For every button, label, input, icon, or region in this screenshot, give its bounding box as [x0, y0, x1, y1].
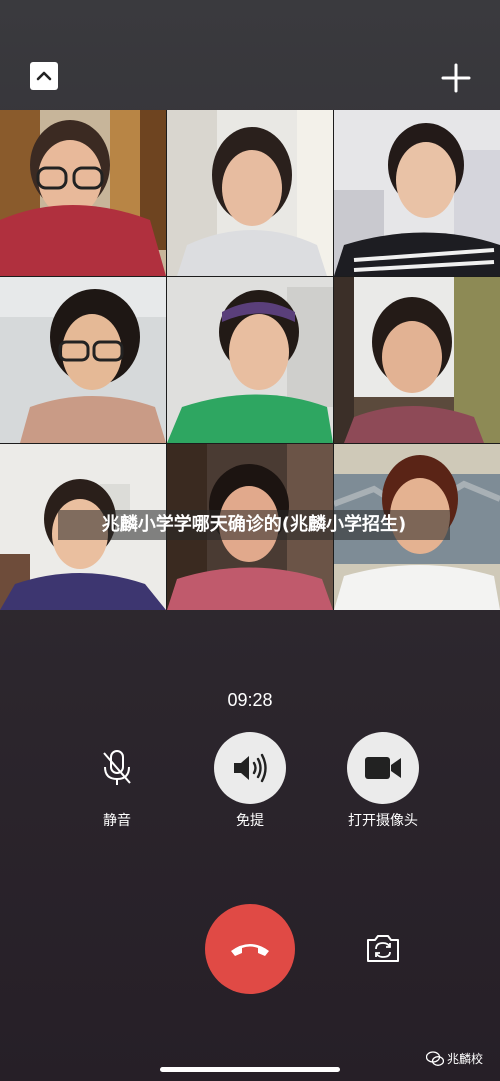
camera-switch-icon: [367, 935, 399, 962]
hangup-button[interactable]: [205, 904, 295, 994]
participant-video-tile[interactable]: [167, 277, 333, 443]
microphone-icon: [103, 750, 131, 785]
watermark-text: 兆麟校: [447, 1052, 484, 1066]
collapse-button[interactable]: [30, 62, 58, 90]
participant-video: [167, 110, 333, 276]
video-camera-icon: [365, 757, 401, 779]
video-call-screen: 兆麟小学学哪天确诊的(兆麟小学招生) 09:28 静音 免提 打开摄像头 兆麟校: [0, 0, 500, 1081]
participant-video: [0, 277, 166, 443]
participant-video: [334, 110, 500, 276]
wechat-icon: [426, 1050, 444, 1066]
speaker-icon: [234, 753, 267, 783]
home-indicator[interactable]: [160, 1067, 340, 1072]
mute-button[interactable]: 静音: [57, 732, 177, 830]
participant-video-tile[interactable]: [0, 110, 166, 276]
participant-video: [167, 277, 333, 443]
participant-video: [334, 277, 500, 443]
speaker-label: 免提: [236, 813, 264, 829]
switch-camera-button[interactable]: [365, 932, 401, 964]
participant-video-tile[interactable]: [334, 277, 500, 443]
camera-button[interactable]: 打开摄像头: [323, 732, 443, 830]
phone-hangup-icon: [231, 944, 269, 956]
add-participant-button[interactable]: [440, 62, 472, 94]
participant-video-tile[interactable]: [167, 110, 333, 276]
speaker-circle: [214, 732, 286, 804]
overlay-caption: 兆麟小学学哪天确诊的(兆麟小学招生): [58, 510, 450, 540]
call-timer: 09:28: [227, 690, 273, 710]
watermark: 兆麟校: [426, 1050, 483, 1067]
mute-label: 静音: [103, 813, 131, 829]
participant-video-tile[interactable]: [0, 277, 166, 443]
participant-video-tile[interactable]: [334, 110, 500, 276]
plus-icon: [441, 63, 471, 93]
camera-circle: [347, 732, 419, 804]
speaker-button[interactable]: 免提: [190, 732, 310, 830]
chevron-up-icon: [36, 71, 52, 81]
camera-label: 打开摄像头: [348, 813, 418, 829]
participant-video: [0, 110, 166, 276]
mute-circle: [81, 732, 153, 804]
